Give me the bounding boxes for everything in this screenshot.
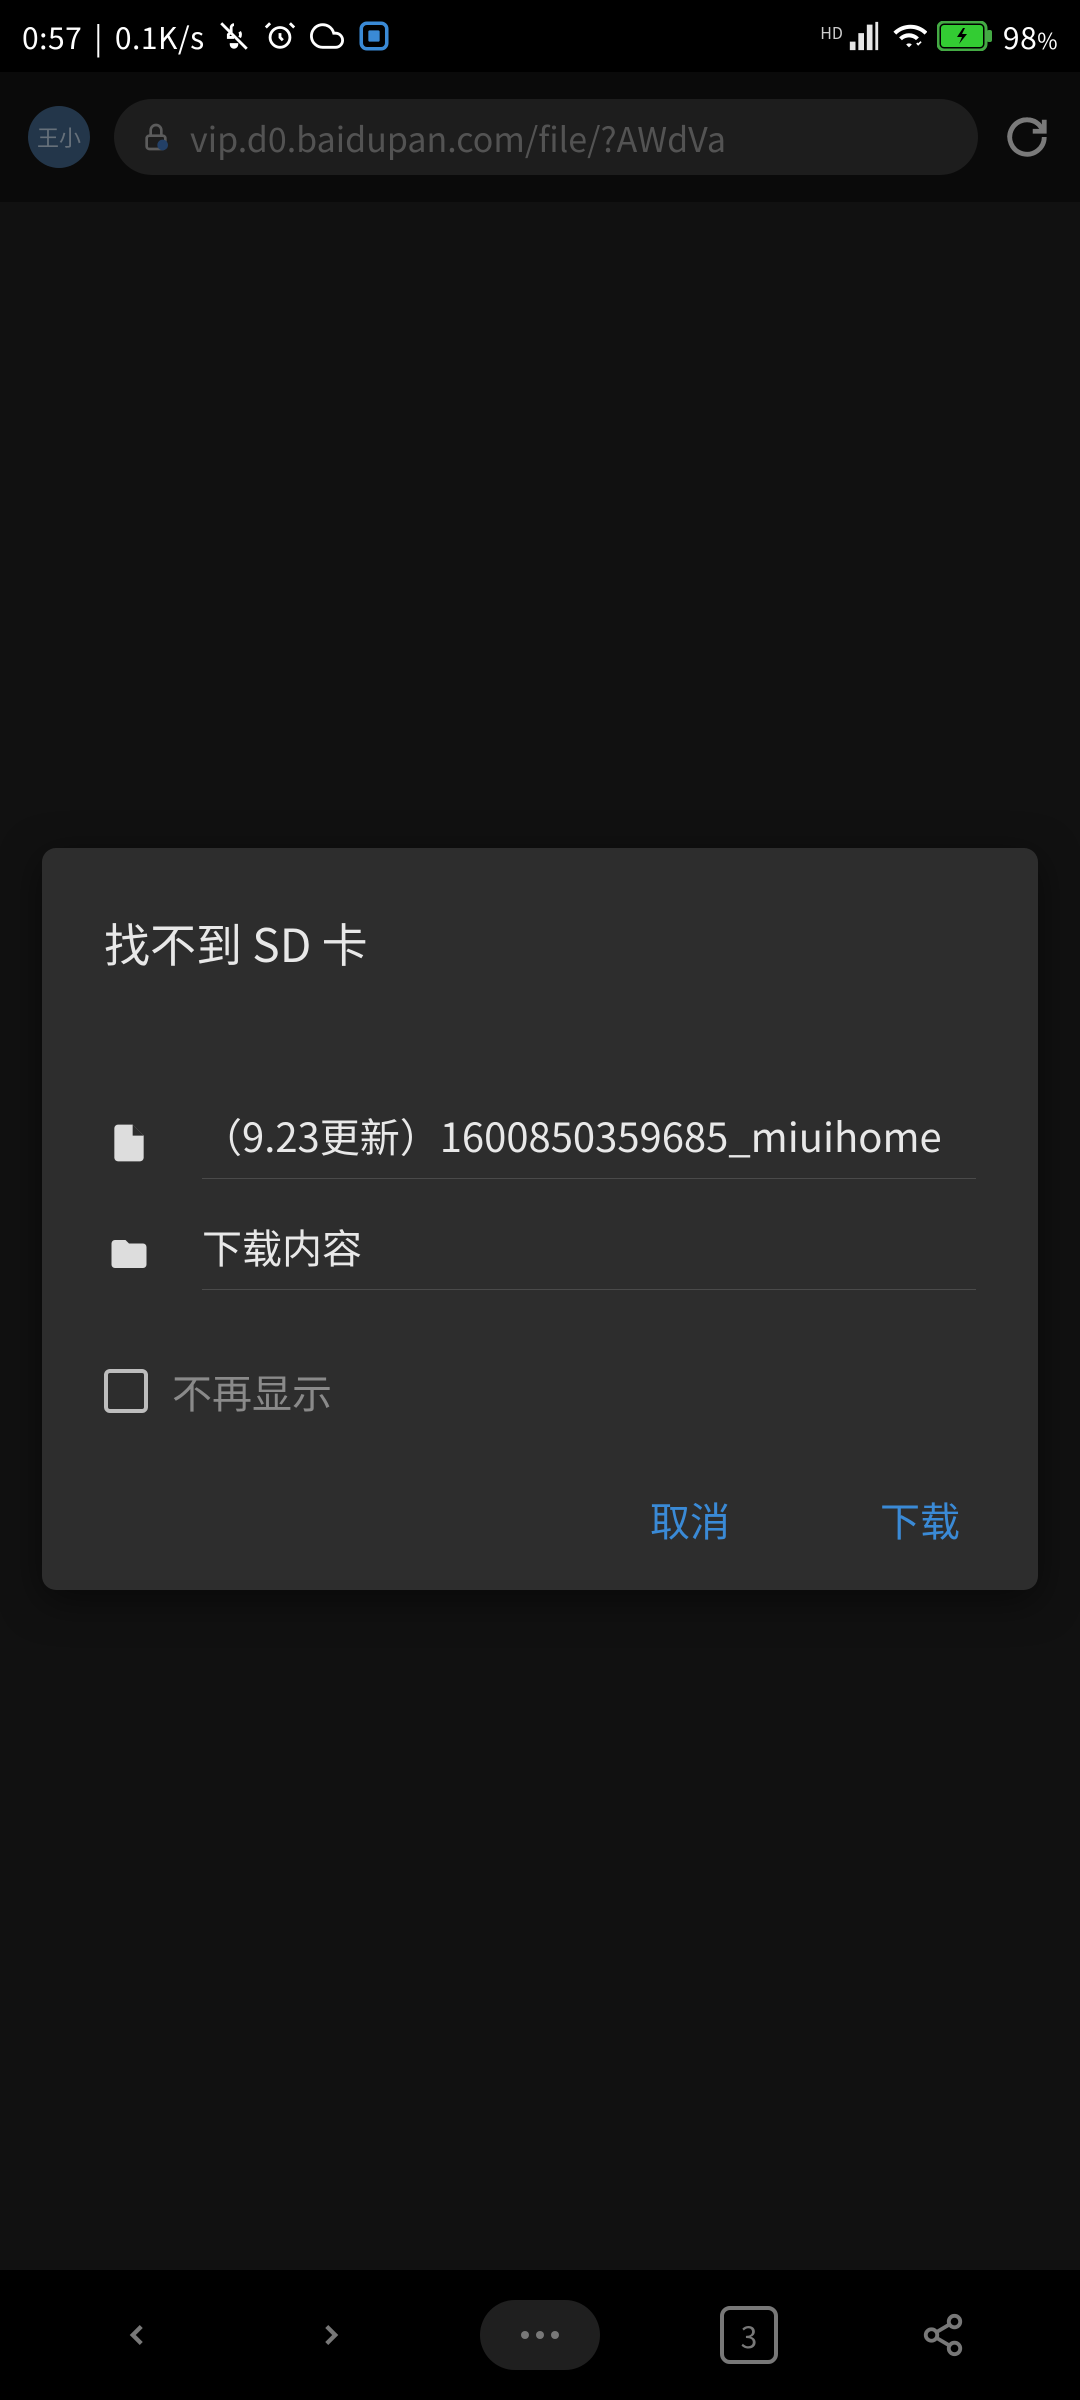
menu-button[interactable] — [480, 2300, 600, 2370]
cancel-button[interactable]: 取消 — [650, 1490, 730, 1548]
app-badge-icon — [357, 19, 391, 53]
download-button[interactable]: 下载 — [880, 1490, 960, 1548]
profile-avatar[interactable]: 王小 — [28, 106, 90, 168]
signal-icon — [847, 19, 881, 53]
battery-percent: 98% — [1003, 14, 1058, 58]
dialog-title: 找不到 SD 卡 — [104, 910, 976, 976]
wifi-icon — [891, 19, 927, 53]
browser-toolbar: 王小 vip.d0.baidupan.com/file/?AWdVa — [0, 72, 1080, 202]
bottom-nav: 3 — [0, 2270, 1080, 2400]
checkbox[interactable] — [104, 1369, 148, 1413]
address-bar[interactable]: vip.d0.baidupan.com/file/?AWdVa — [114, 99, 978, 175]
hd-icon: HD — [820, 20, 843, 44]
tab-count: 3 — [720, 2306, 778, 2364]
status-bar: 0:57 | 0.1K/s HD 98% — [0, 0, 1080, 72]
file-name-field[interactable]: （9.23更新）1600850359685_miuihome — [202, 1106, 976, 1179]
tabs-button[interactable]: 3 — [704, 2290, 794, 2380]
back-button[interactable] — [92, 2290, 182, 2380]
folder-icon — [104, 1229, 154, 1279]
status-net-speed: 0.1K/s — [115, 14, 205, 58]
url-text: vip.d0.baidupan.com/file/?AWdVa — [190, 113, 726, 162]
cloud-icon — [309, 19, 345, 53]
folder-name-field[interactable]: 下载内容 — [202, 1217, 976, 1290]
battery-icon — [937, 21, 993, 51]
alarm-icon — [263, 19, 297, 53]
reload-button[interactable] — [1002, 112, 1052, 162]
file-icon — [104, 1118, 154, 1168]
status-time: 0:57 — [22, 14, 82, 58]
download-dialog: 找不到 SD 卡 （9.23更新）1600850359685_miuihome … — [42, 848, 1038, 1590]
forward-button[interactable] — [286, 2290, 376, 2380]
file-row: （9.23更新）1600850359685_miuihome — [104, 1106, 976, 1179]
folder-row: 下载内容 — [104, 1217, 976, 1290]
share-button[interactable] — [898, 2290, 988, 2380]
mute-icon — [217, 19, 251, 53]
lock-icon — [140, 119, 172, 155]
dont-show-row[interactable]: 不再显示 — [104, 1362, 976, 1420]
checkbox-label: 不再显示 — [172, 1362, 332, 1420]
